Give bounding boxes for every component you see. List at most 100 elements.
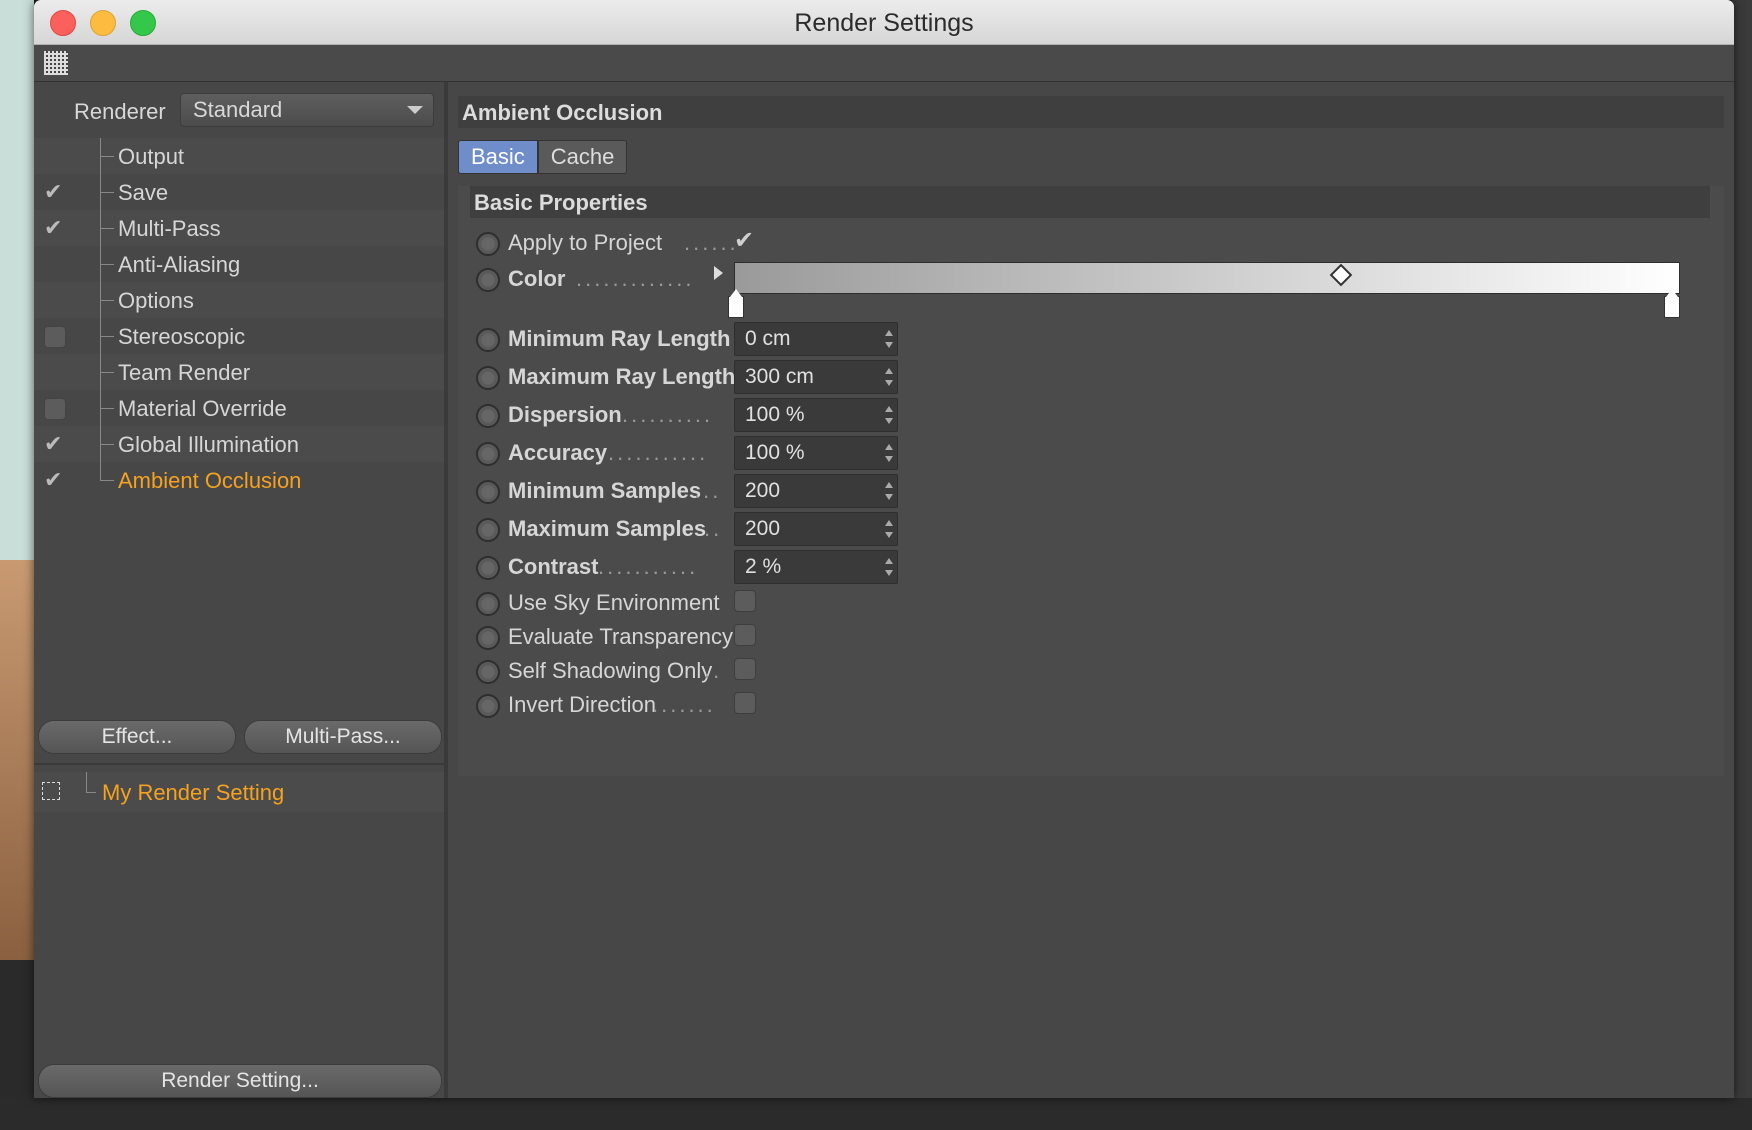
invert-direction-row: Invert Direction .......	[472, 688, 1712, 724]
section-header: Ambient Occlusion	[458, 96, 1724, 128]
title-bar: Render Settings	[34, 0, 1734, 45]
prop-label: Self Shadowing Only	[508, 658, 713, 683]
keyframe-radio[interactable]	[476, 232, 500, 256]
prop-label: Contrast	[508, 554, 599, 579]
apply-to-project-checkbox[interactable]: ✔	[734, 226, 758, 254]
tree-item-options[interactable]: Options	[34, 282, 444, 318]
color-row: Color .............	[472, 262, 1712, 318]
properties-panel: Ambient Occlusion Basic Cache Basic Prop…	[448, 82, 1734, 1098]
keyframe-radio[interactable]	[476, 694, 500, 718]
prop-label: Minimum Samples	[508, 478, 702, 503]
render-setting-button[interactable]: Render Setting...	[38, 1064, 442, 1098]
accuracy-field[interactable]: 100 %	[734, 436, 898, 470]
keyframe-radio[interactable]	[476, 366, 500, 390]
keyframe-radio[interactable]	[476, 592, 500, 616]
render-setting-item[interactable]: My Render Setting	[34, 772, 444, 812]
prop-label: Dispersion	[508, 402, 622, 427]
renderer-dropdown[interactable]: Standard	[180, 93, 434, 127]
apply-to-project-row: Apply to Project ...... ✔	[472, 226, 1712, 262]
tab-bar: Basic Cache	[458, 140, 628, 174]
prop-label: Apply to Project	[508, 230, 663, 255]
section-title: Ambient Occlusion	[462, 100, 663, 125]
stepper-icon[interactable]	[885, 444, 893, 462]
tree-item-global-illumination[interactable]: ✔ Global Illumination	[34, 426, 444, 462]
tree-item-output[interactable]: Output	[34, 138, 444, 174]
effect-button[interactable]: Effect...	[38, 720, 236, 754]
use-sky-environment-row: Use Sky Environment	[472, 586, 1712, 622]
keyframe-radio[interactable]	[476, 518, 500, 542]
checkmark-icon[interactable]: ✔	[44, 181, 66, 203]
render-setting-name: My Render Setting	[102, 780, 285, 805]
invert-direction-checkbox[interactable]	[734, 692, 756, 714]
multi-pass-button[interactable]: Multi-Pass...	[244, 720, 442, 754]
maximum-ray-length-row: Maximum Ray Length 300 cm	[472, 360, 1712, 396]
prop-label: Accuracy	[508, 440, 608, 465]
toolbar	[34, 45, 1734, 82]
tree-item-stereoscopic[interactable]: Stereoscopic	[34, 318, 444, 354]
keyframe-radio[interactable]	[476, 480, 500, 504]
evaluate-transparency-checkbox[interactable]	[734, 624, 756, 646]
stepper-icon[interactable]	[885, 558, 893, 576]
tree-item-anti-aliasing[interactable]: Anti-Aliasing	[34, 246, 444, 282]
dispersion-field[interactable]: 100 %	[734, 398, 898, 432]
stepper-icon[interactable]	[885, 330, 893, 348]
maximum-samples-field[interactable]: 200	[734, 512, 898, 546]
tree-item-ambient-occlusion[interactable]: ✔ Ambient Occlusion	[34, 462, 444, 498]
contrast-row: Contrast ........... 2 %	[472, 550, 1712, 586]
tree-item-team-render[interactable]: Team Render	[34, 354, 444, 390]
tree-item-material-override[interactable]: Material Override	[34, 390, 444, 426]
use-sky-environment-checkbox[interactable]	[734, 590, 756, 612]
keyframe-radio[interactable]	[476, 556, 500, 580]
background-toolbar	[0, 1098, 1752, 1130]
tree-item-label: Output	[118, 144, 185, 169]
expand-icon[interactable]	[42, 782, 60, 800]
prop-label: Minimum Ray Length	[508, 326, 731, 351]
checkmark-icon[interactable]: ✔	[44, 217, 66, 239]
minimum-samples-field[interactable]: 200	[734, 474, 898, 508]
keyframe-radio[interactable]	[476, 442, 500, 466]
tree-item-label: Global Illumination	[118, 432, 299, 457]
prop-label: Evaluate Transparency	[508, 624, 734, 649]
minimum-ray-length-row: Minimum Ray Length 0 cm	[472, 322, 1712, 358]
tree-item-save[interactable]: ✔ Save	[34, 174, 444, 210]
stepper-icon[interactable]	[885, 482, 893, 500]
basic-properties-group: Basic Properties Apply to Project ......…	[458, 186, 1724, 776]
dispersion-row: Dispersion .......... 100 %	[472, 398, 1712, 434]
keyframe-radio[interactable]	[476, 328, 500, 352]
tree-item-multi-pass[interactable]: ✔ Multi-Pass	[34, 210, 444, 246]
tree-item-label: Team Render	[118, 360, 251, 385]
checkbox[interactable]	[44, 398, 66, 420]
color-gradient[interactable]	[734, 262, 1680, 294]
self-shadowing-only-checkbox[interactable]	[734, 658, 756, 680]
settings-tree: Output ✔ Save ✔ Multi-Pass Anti-Aliasing…	[34, 138, 444, 498]
keyframe-radio[interactable]	[476, 404, 500, 428]
gradient-knot-right[interactable]	[1664, 289, 1680, 318]
tab-cache[interactable]: Cache	[537, 140, 628, 174]
checkmark-icon[interactable]: ✔	[44, 469, 66, 491]
minimum-ray-length-field[interactable]: 0 cm	[734, 322, 898, 356]
grid-menu-icon[interactable]	[44, 51, 68, 75]
tree-item-label: Multi-Pass	[118, 216, 221, 241]
checkbox[interactable]	[44, 326, 66, 348]
prop-label: Use Sky Environment	[508, 590, 720, 615]
maximum-ray-length-field[interactable]: 300 cm	[734, 360, 898, 394]
tree-item-label: Ambient Occlusion	[118, 468, 302, 493]
contrast-field[interactable]: 2 %	[734, 550, 898, 584]
window-title: Render Settings	[794, 9, 974, 37]
keyframe-radio[interactable]	[476, 268, 500, 292]
keyframe-radio[interactable]	[476, 660, 500, 684]
stepper-icon[interactable]	[885, 520, 893, 538]
checkmark-icon[interactable]: ✔	[44, 433, 66, 455]
stepper-icon[interactable]	[885, 368, 893, 386]
renderer-value: Standard	[193, 97, 283, 122]
keyframe-radio[interactable]	[476, 626, 500, 650]
left-panel: Renderer Standard Output ✔ Save ✔ Multi-…	[34, 82, 448, 1098]
gradient-knot-left[interactable]	[728, 289, 744, 318]
expand-arrow-icon[interactable]	[714, 266, 723, 280]
tree-item-label: Options	[118, 288, 194, 313]
stepper-icon[interactable]	[885, 406, 893, 424]
divider	[34, 763, 444, 765]
prop-label: Maximum Samples	[508, 516, 707, 541]
gradient-midpoint-handle[interactable]	[1329, 263, 1353, 287]
tab-basic[interactable]: Basic	[458, 140, 538, 174]
